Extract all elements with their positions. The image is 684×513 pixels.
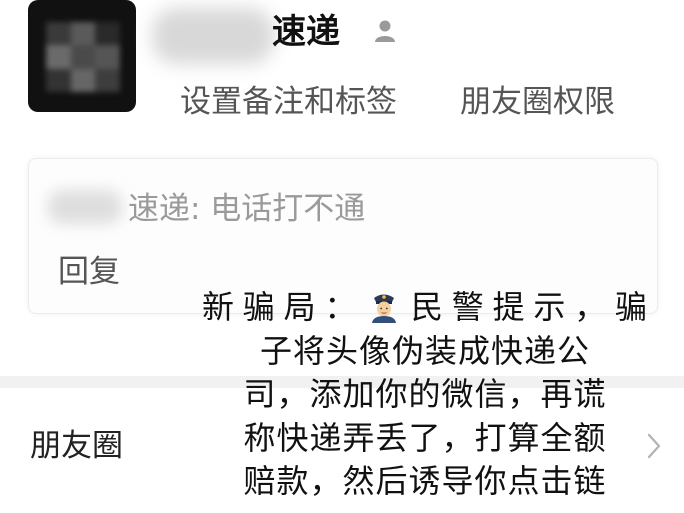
caption-line-1-prefix: 新骗局： xyxy=(202,288,366,326)
blurred-sender-region xyxy=(48,190,122,224)
blurred-name-region xyxy=(152,8,274,64)
reply-button[interactable]: 回复 xyxy=(58,252,120,292)
caption-line-4: 称快递弄丢了，打算全额 xyxy=(243,418,607,457)
caption-line-2: 子将头像伪装成快递公 xyxy=(259,331,590,370)
caption-line-1-suffix: 民警提示，骗 xyxy=(403,288,648,326)
contact-avatar[interactable] xyxy=(28,0,136,112)
message-preview: 速递: 电话打不通 xyxy=(128,191,366,227)
police-officer-icon xyxy=(372,294,397,323)
moments-permission-link[interactable]: 朋友圈权限 xyxy=(460,82,615,122)
avatar-pixelated-image xyxy=(46,22,120,92)
contact-name: 速递 xyxy=(272,12,340,52)
scam-warning-caption: 新骗局： 民警提示，骗 子将头像伪装成快递公 司，添加你的微信，再谎 称快递弄丢… xyxy=(202,286,648,504)
caption-line-5: 赔款，然后诱导你点击链 xyxy=(243,462,607,500)
caption-line-3: 司，添加你的微信，再谎 xyxy=(243,375,607,413)
person-icon xyxy=(375,20,395,42)
set-note-and-tags-link[interactable]: 设置备注和标签 xyxy=(180,82,397,122)
moments-row-label[interactable]: 朋友圈 xyxy=(30,426,123,466)
chevron-right-icon[interactable] xyxy=(646,432,662,460)
caption-line-1: 新骗局： 民警提示，骗 xyxy=(202,286,648,330)
